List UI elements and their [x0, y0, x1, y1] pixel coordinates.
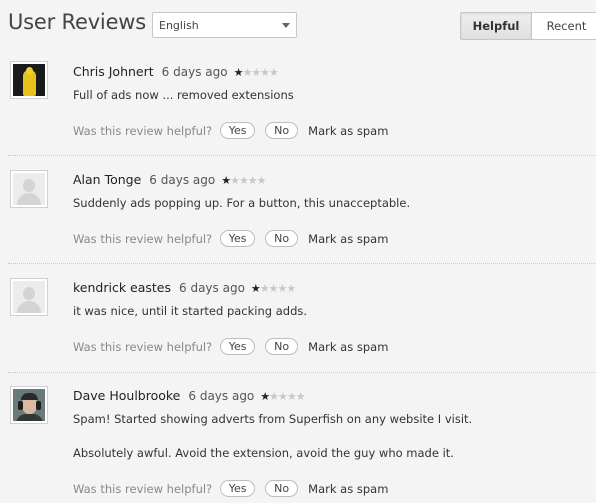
- mark-spam-link[interactable]: Mark as spam: [308, 232, 388, 246]
- review-divider: [8, 263, 596, 264]
- review-author: Alan Tonge 6 days ago ★★★★★: [73, 172, 267, 187]
- helpful-prompt: Was this review helpful?: [73, 481, 213, 496]
- default-silhouette-icon: [13, 281, 45, 313]
- mark-spam-link[interactable]: Mark as spam: [308, 482, 388, 496]
- author-name[interactable]: Alan Tonge: [73, 172, 141, 187]
- review-text: Full of ads now ... removed extensions: [73, 88, 294, 102]
- review-author: Dave Houlbrooke 6 days ago ★★★★★: [73, 388, 306, 403]
- star-rating: ★★★★★: [260, 389, 305, 403]
- review-date: 6 days ago: [179, 281, 245, 295]
- review-author: kendrick eastes 6 days ago ★★★★★: [73, 280, 296, 295]
- mark-spam-link[interactable]: Mark as spam: [308, 340, 388, 354]
- helpful-row: Was this review helpful? Yes No Mark as …: [73, 122, 388, 139]
- language-select[interactable]: English: [152, 12, 297, 38]
- yes-button[interactable]: Yes: [220, 338, 256, 355]
- no-button[interactable]: No: [265, 338, 299, 355]
- star-rating: ★★★★★: [233, 65, 279, 79]
- sort-helpful-button[interactable]: Helpful: [460, 12, 532, 40]
- no-button[interactable]: No: [265, 230, 299, 247]
- page-title: User Reviews: [8, 10, 147, 34]
- helpful-prompt: Was this review helpful?: [73, 123, 213, 138]
- helpful-row: Was this review helpful? Yes No Mark as …: [73, 480, 388, 497]
- default-silhouette-icon: [13, 173, 45, 205]
- review-text: it was nice, until it started packing ad…: [73, 304, 308, 318]
- avatar[interactable]: [10, 61, 48, 99]
- no-button[interactable]: No: [265, 122, 299, 139]
- chevron-down-icon: [282, 23, 290, 28]
- helpful-prompt: Was this review helpful?: [73, 231, 213, 246]
- review-author: Chris Johnert 6 days ago ★★★★★: [73, 64, 279, 79]
- mark-spam-link[interactable]: Mark as spam: [308, 124, 388, 138]
- review-divider: [8, 155, 596, 156]
- review-text: Suddenly ads popping up. For a button, t…: [73, 196, 411, 210]
- review-date: 6 days ago: [149, 173, 216, 187]
- reviews-header: User Reviews English Helpful Recent: [0, 0, 596, 50]
- helpful-row: Was this review helpful? Yes No Mark as …: [73, 230, 388, 247]
- yes-button[interactable]: Yes: [220, 122, 256, 139]
- author-name[interactable]: kendrick eastes: [73, 280, 171, 295]
- yes-button[interactable]: Yes: [220, 480, 256, 497]
- headphones-portrait-photo-icon: [13, 389, 45, 421]
- helpful-prompt: Was this review helpful?: [73, 339, 213, 354]
- review-date: 6 days ago: [161, 65, 228, 79]
- avatar[interactable]: [10, 170, 48, 208]
- language-select-value: English: [159, 18, 199, 32]
- helpful-row: Was this review helpful? Yes No Mark as …: [73, 338, 388, 355]
- yellow-costume-photo-icon: [13, 64, 45, 96]
- author-name[interactable]: Chris Johnert: [73, 64, 154, 79]
- yes-button[interactable]: Yes: [220, 230, 256, 247]
- avatar[interactable]: [10, 386, 48, 424]
- review-text: Absolutely awful. Avoid the extension, a…: [73, 446, 454, 460]
- review-text: Spam! Started showing adverts from Super…: [73, 412, 473, 426]
- no-button[interactable]: No: [265, 480, 299, 497]
- star-rating: ★★★★★: [221, 173, 266, 187]
- sort-recent-button[interactable]: Recent: [532, 12, 596, 40]
- sort-toggle: Helpful Recent: [460, 12, 596, 40]
- avatar[interactable]: [10, 278, 48, 316]
- author-name[interactable]: Dave Houlbrooke: [73, 388, 180, 403]
- review-divider: [8, 372, 596, 373]
- review-date: 6 days ago: [188, 389, 255, 403]
- star-rating: ★★★★★: [250, 281, 296, 295]
